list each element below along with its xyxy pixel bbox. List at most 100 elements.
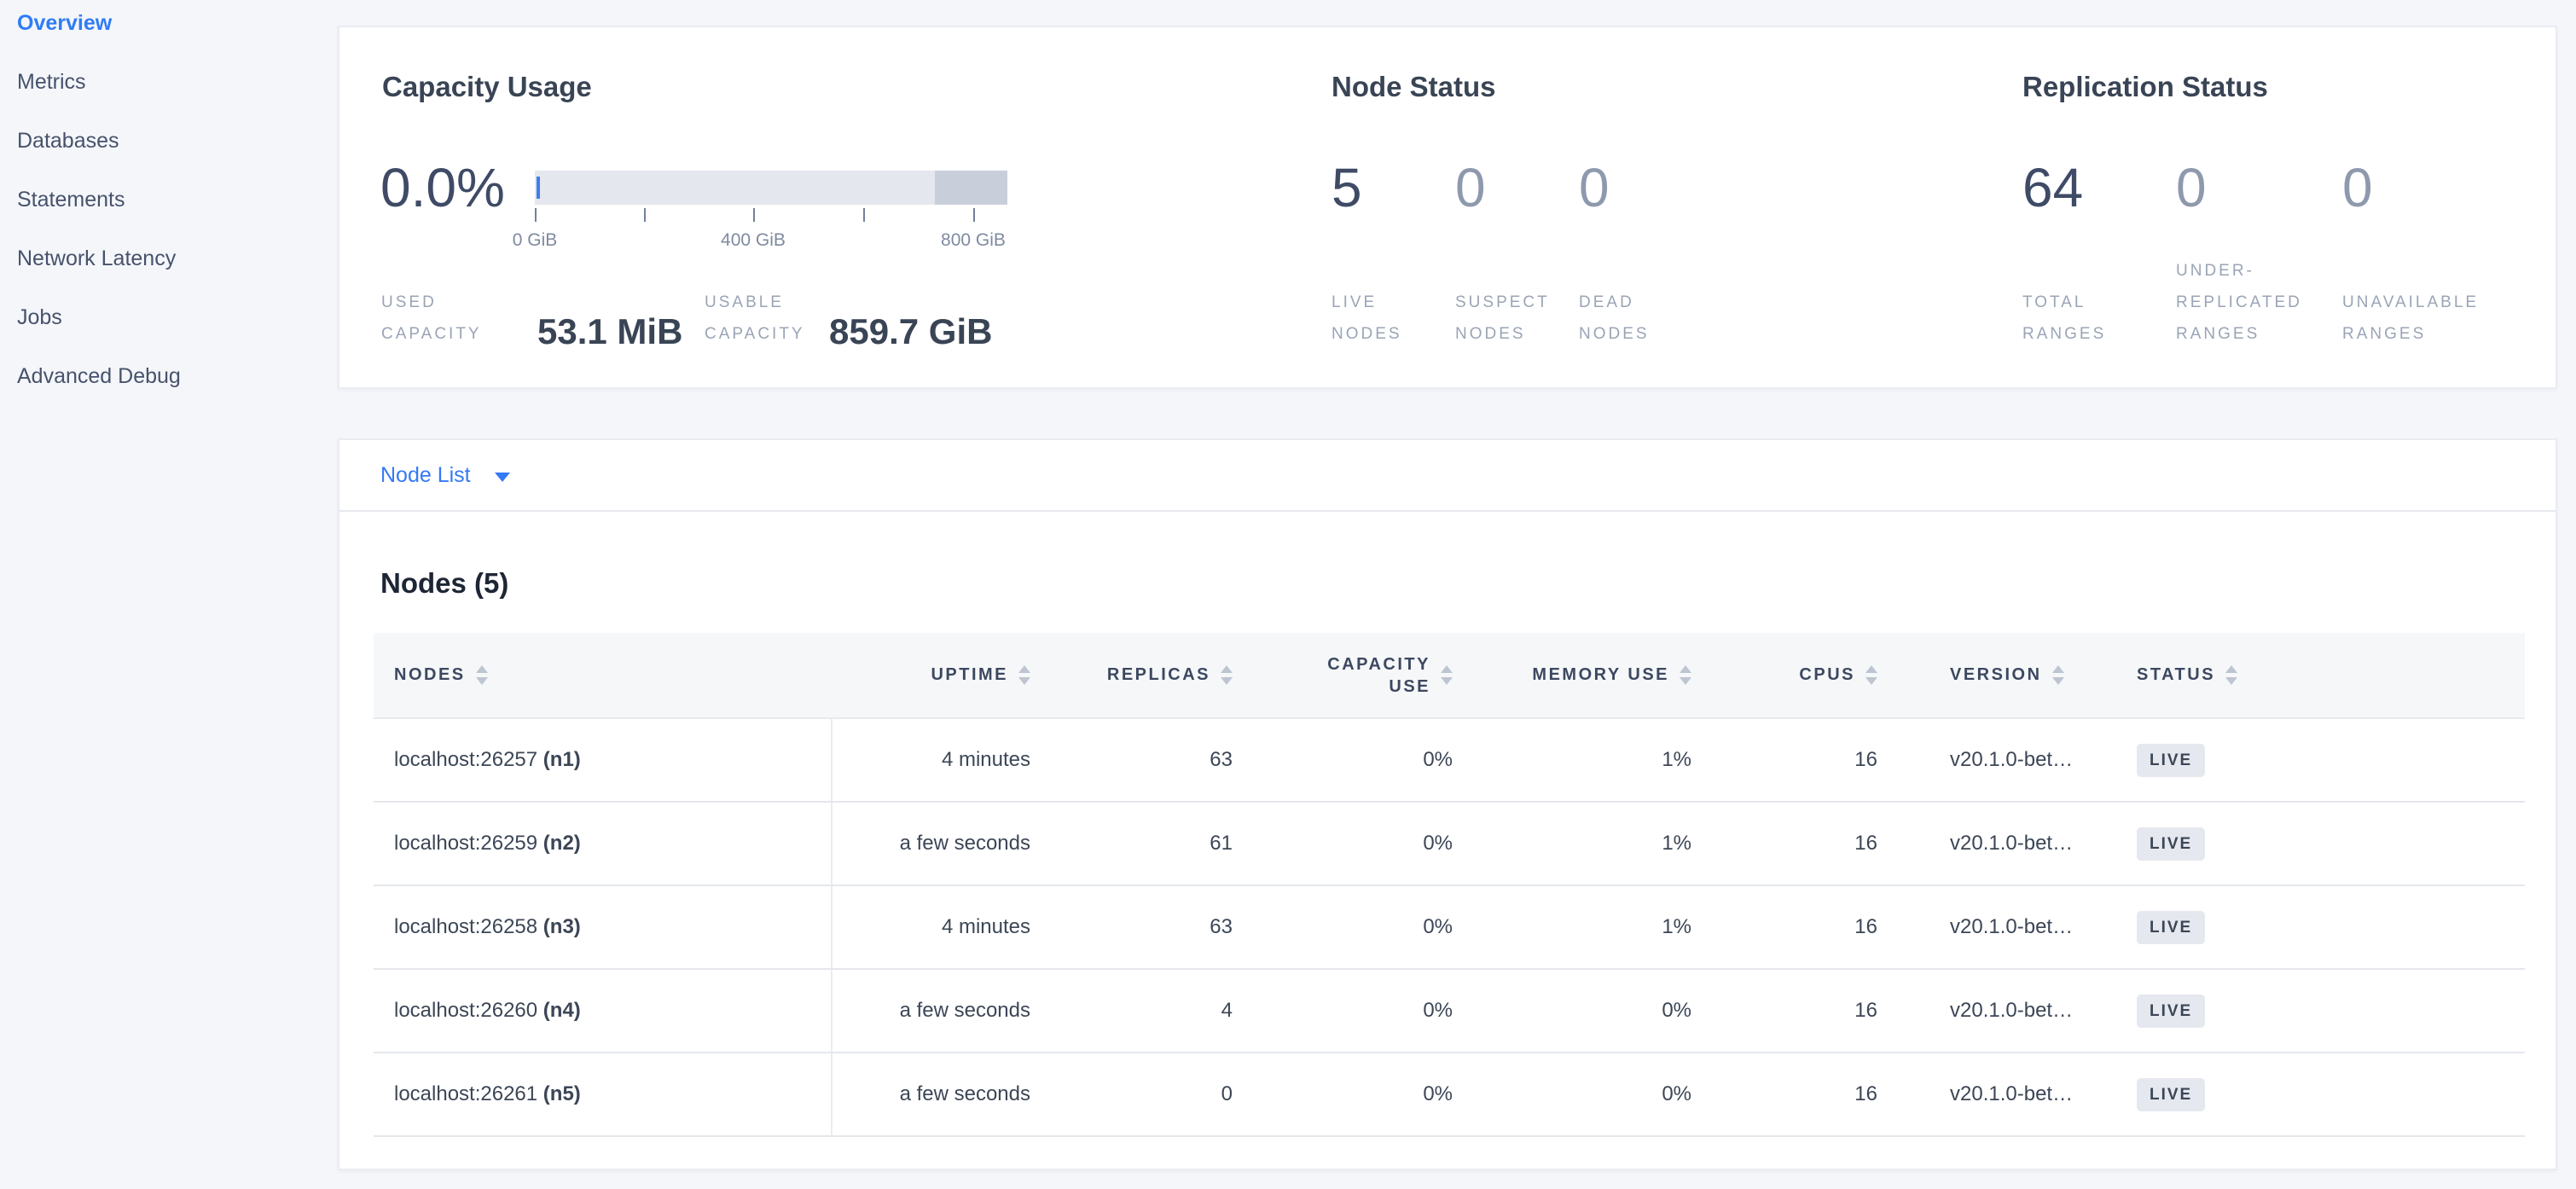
sort-icon[interactable] [1680, 665, 1691, 685]
status-cell: LIVE [2137, 718, 2525, 802]
gauge-tick [863, 208, 865, 222]
capacity-gauge-axis: 0 GiB400 GiB800 GiB [535, 208, 1007, 285]
table-row: localhost:26258 (n3)4 minutes630%1%16v20… [374, 885, 2525, 969]
gauge-tick-label: 0 GiB [513, 230, 558, 251]
capacity-gauge [535, 171, 1007, 205]
node-address: localhost:26258 [394, 915, 543, 938]
chevron-down-icon [495, 473, 510, 482]
node-address-cell[interactable]: localhost:26261 (n5) [374, 1053, 832, 1136]
sidebar-item-metrics[interactable]: Metrics [0, 53, 338, 112]
replication-stat-label: TOTALRANGES [2022, 287, 2106, 350]
uptime-cell: a few seconds [832, 802, 1037, 885]
status-cell: LIVE [2137, 1053, 2525, 1136]
memory-use-cell: 1% [1459, 718, 1698, 802]
column-label: MEMORY USE [1532, 665, 1669, 685]
sidebar-item-databases[interactable]: Databases [0, 112, 338, 171]
node-address-cell[interactable]: localhost:26259 (n2) [374, 802, 832, 885]
version-cell: v20.1.0-bet… [1884, 885, 2137, 969]
replicas-cell: 61 [1037, 802, 1239, 885]
sidebar-item-overview[interactable]: Overview [0, 0, 338, 53]
node-status-title: Node Status [1332, 70, 1496, 104]
usable-capacity-label: USABLECAPACITY [705, 287, 805, 350]
sidebar-item-statements[interactable]: Statements [0, 171, 338, 229]
node-address-cell[interactable]: localhost:26260 (n4) [374, 969, 832, 1053]
node-list-dropdown-label[interactable]: Node List [380, 463, 471, 488]
node-address-cell[interactable]: localhost:26258 (n3) [374, 885, 832, 969]
sort-icon[interactable] [1018, 665, 1030, 685]
table-row: localhost:26259 (n2)a few seconds610%1%1… [374, 802, 2525, 885]
status-badge: LIVE [2137, 911, 2205, 944]
replication-stat-value: 0 [2176, 154, 2207, 222]
column-header-capacity-use[interactable]: CAPACITY USE [1239, 633, 1459, 718]
sidebar-item-advanced-debug[interactable]: Advanced Debug [0, 347, 338, 406]
memory-use-cell: 0% [1459, 1053, 1698, 1136]
view-selector[interactable]: Node List [339, 440, 2556, 512]
version-cell: v20.1.0-bet… [1884, 718, 2137, 802]
node-list-card: Node List Nodes (5) NODESUPTIMEREPLICASC… [338, 438, 2557, 1170]
uptime-cell: 4 minutes [832, 718, 1037, 802]
sort-icon[interactable] [476, 665, 488, 685]
status-badge: LIVE [2137, 995, 2205, 1028]
uptime-cell: a few seconds [832, 969, 1037, 1053]
column-header-memory-use[interactable]: MEMORY USE [1459, 633, 1698, 718]
usable-capacity-value: 859.7 GiB [829, 314, 992, 350]
status-badge: LIVE [2137, 744, 2205, 777]
status-badge: LIVE [2137, 1078, 2205, 1111]
column-header-replicas[interactable]: REPLICAS [1037, 633, 1239, 718]
memory-use-cell: 0% [1459, 969, 1698, 1053]
used-capacity-label: USEDCAPACITY [381, 287, 482, 350]
column-header-uptime[interactable]: UPTIME [832, 633, 1037, 718]
sort-icon[interactable] [2052, 665, 2064, 685]
node-status-stat-label: LIVENODES [1332, 287, 1402, 350]
sort-icon[interactable] [1865, 665, 1877, 685]
replication-stat-value: 64 [2022, 154, 2083, 222]
node-status-stat-value: 0 [1579, 154, 1610, 222]
capacity-used-percent: 0.0% [380, 154, 505, 222]
gauge-tick [644, 208, 646, 222]
cpus-cell: 16 [1698, 1053, 1884, 1136]
sidebar-item-jobs[interactable]: Jobs [0, 288, 338, 347]
column-header-nodes[interactable]: NODES [374, 633, 832, 718]
table-row: localhost:26261 (n5)a few seconds00%0%16… [374, 1053, 2525, 1136]
column-header-status[interactable]: STATUS [2137, 633, 2525, 718]
uptime-cell: a few seconds [832, 1053, 1037, 1136]
version-cell: v20.1.0-bet… [1884, 1053, 2137, 1136]
status-cell: LIVE [2137, 802, 2525, 885]
node-address-cell[interactable]: localhost:26257 (n1) [374, 718, 832, 802]
sort-icon[interactable] [2225, 665, 2237, 685]
replicas-cell: 0 [1037, 1053, 1239, 1136]
table-row: localhost:26257 (n1)4 minutes630%1%16v20… [374, 718, 2525, 802]
node-status-stat-value: 5 [1332, 154, 1362, 222]
cpus-cell: 16 [1698, 802, 1884, 885]
status-cell: LIVE [2137, 885, 2525, 969]
gauge-tick-label: 400 GiB [721, 230, 786, 251]
nodes-table-body: localhost:26257 (n1)4 minutes630%1%16v20… [374, 718, 2525, 1136]
uptime-cell: 4 minutes [832, 885, 1037, 969]
node-id: (n5) [543, 1082, 581, 1105]
column-label: REPLICAS [1107, 665, 1210, 685]
capacity-use-cell: 0% [1239, 718, 1459, 802]
column-header-cpus[interactable]: CPUS [1698, 633, 1884, 718]
column-header-version[interactable]: VERSION [1884, 633, 2137, 718]
cluster-overview-page: OverviewMetricsDatabasesStatementsNetwor… [0, 0, 2576, 1189]
column-label: NODES [394, 665, 466, 685]
capacity-use-cell: 0% [1239, 969, 1459, 1053]
sort-icon[interactable] [1441, 665, 1453, 685]
memory-use-cell: 1% [1459, 885, 1698, 969]
capacity-usage-title: Capacity Usage [382, 70, 592, 104]
column-label: UPTIME [931, 665, 1008, 685]
cpus-cell: 16 [1698, 885, 1884, 969]
nodes-table-header: NODES UPTIME REPLICAS CAPACITY USE MEMORY US… [374, 633, 2525, 718]
sidebar: OverviewMetricsDatabasesStatementsNetwor… [0, 0, 338, 1189]
cpus-cell: 16 [1698, 718, 1884, 802]
sidebar-item-network-latency[interactable]: Network Latency [0, 229, 338, 288]
capacity-gauge-dark-segment [935, 171, 1007, 205]
gauge-tick-label: 800 GiB [941, 230, 1006, 251]
column-label: CAPACITY USE [1285, 653, 1430, 698]
node-id: (n4) [543, 999, 581, 1022]
nodes-table: NODES UPTIME REPLICAS CAPACITY USE MEMORY US… [374, 633, 2525, 1137]
replication-stat-label: UNAVAILABLERANGES [2342, 287, 2479, 350]
sidebar-nav: OverviewMetricsDatabasesStatementsNetwor… [0, 0, 338, 406]
capacity-use-cell: 0% [1239, 1053, 1459, 1136]
sort-icon[interactable] [1221, 665, 1233, 685]
